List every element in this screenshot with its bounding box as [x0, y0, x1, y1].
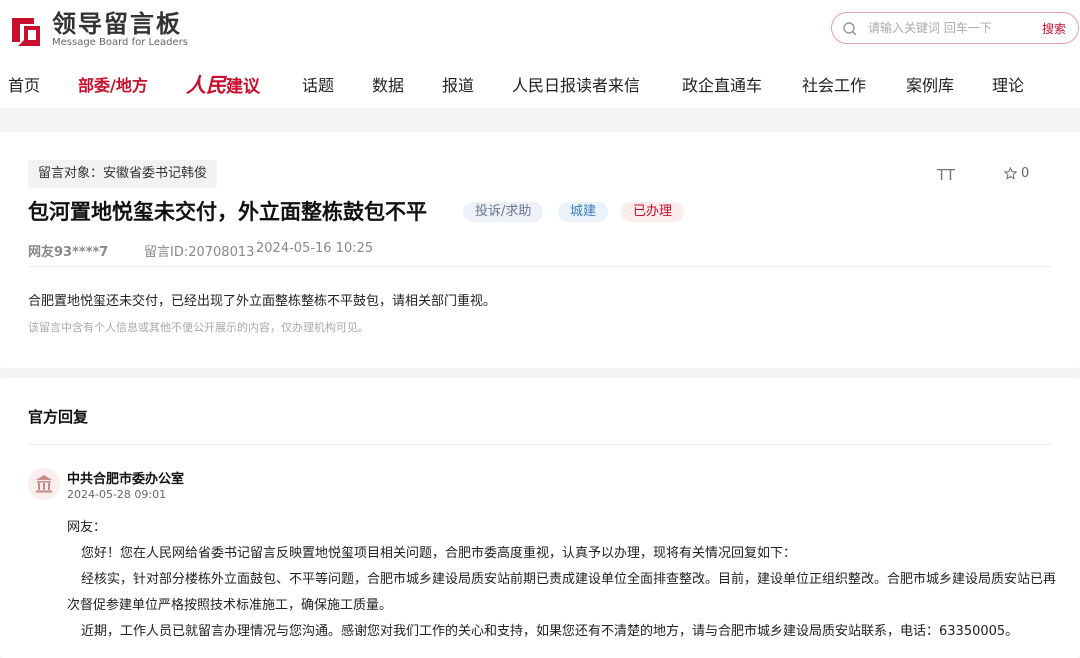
- reply-org: 中共合肥市委办公室: [67, 472, 185, 487]
- nav-item-home[interactable]: 首页: [8, 72, 40, 96]
- nav-item-topics[interactable]: 话题: [302, 72, 334, 96]
- nav-item-enterprise-express[interactable]: 政企直通车: [682, 72, 762, 96]
- reply-card: 官方回复 中共合肥市委办公室 2024-05-28 09:01 网友： 您好！您…: [0, 378, 1080, 658]
- reply-paragraph-2: 经核实，针对部分楼栋外立面鼓包、不平等问题，合肥市城乡建设局质安站前期已责成建设…: [81, 572, 1057, 587]
- reply-paragraph-1: 您好！您在人民网给省委书记留言反映置地悦玺项目相关问题，合肥市委高度重视，认真予…: [81, 546, 797, 561]
- reply-divider: [28, 444, 1052, 445]
- message-title: 包河置地悦玺未交付，外立面整栋鼓包不平: [28, 200, 427, 224]
- search-icon: [843, 22, 857, 36]
- logo-title: 领导留言板: [52, 10, 182, 38]
- message-divider: [28, 266, 1052, 267]
- avatar: [28, 468, 60, 500]
- star-icon: [1004, 167, 1017, 180]
- nav-item-suggestion-label: 建议: [226, 77, 260, 97]
- message-card: 留言对象：安徽省委书记韩俊 TT 0 包河置地悦玺未交付，外立面整栋鼓包不平 投…: [0, 132, 1080, 368]
- search-box: 搜索: [831, 12, 1079, 44]
- nav-item-case-library[interactable]: 案例库: [906, 72, 954, 96]
- nav-item-reports[interactable]: 报道: [442, 72, 474, 96]
- status-badge: 已办理: [621, 202, 685, 222]
- privacy-note: 该留言中含有个人信息或其他不便公开展示的内容，仅办理机构可见。: [28, 321, 369, 334]
- logo-subtitle: Message Board for Leaders: [52, 37, 189, 48]
- site-header: 领导留言板 Message Board for Leaders 搜索 首页 部委…: [0, 0, 1080, 108]
- nav-item-ministries-local[interactable]: 部委/地方: [78, 72, 148, 96]
- reply-heading: 官方回复: [28, 408, 89, 426]
- message-target: 留言对象：安徽省委书记韩俊: [28, 160, 218, 188]
- reply-time: 2024-05-28 09:01: [67, 488, 167, 501]
- nav-item-people-suggestions[interactable]: 人民建议: [186, 69, 260, 98]
- government-building-icon: [36, 475, 52, 493]
- search-button[interactable]: 搜索: [1042, 20, 1066, 37]
- nav-item-social-work[interactable]: 社会工作: [802, 72, 866, 96]
- search-input[interactable]: [868, 18, 1028, 38]
- message-author: 网友93****7: [28, 245, 109, 260]
- font-size-toggle[interactable]: TT: [937, 166, 955, 184]
- nav-item-data[interactable]: 数据: [372, 72, 404, 96]
- reply-salutation: 网友：: [67, 520, 107, 535]
- favorite-count: 0: [1021, 166, 1030, 181]
- reply-paragraph-2-cont: 次督促参建单位严格按照技术标准施工，确保施工质量。: [67, 598, 393, 613]
- message-content: 合肥置地悦玺还未交付，已经出现了外立面整栋整栋不平鼓包，请相关部门重视。: [28, 294, 497, 309]
- logo-mark-icon: [12, 18, 40, 46]
- nav-item-readers-letters[interactable]: 人民日报读者来信: [512, 72, 640, 96]
- main-nav: 首页 部委/地方 人民建议 话题 数据 报道 人民日报读者来信 政企直通车 社会…: [0, 64, 1080, 104]
- favorite-button[interactable]: 0: [1004, 166, 1029, 181]
- field-tag[interactable]: 城建: [558, 202, 609, 222]
- message-time: 2024-05-16 10:25: [256, 241, 374, 256]
- message-id: 留言ID:20708013: [144, 245, 255, 260]
- type-tag[interactable]: 投诉/求助: [463, 202, 544, 222]
- nav-item-theory[interactable]: 理论: [992, 72, 1024, 96]
- reply-paragraph-3: 近期，工作人员已就留言办理情况与您沟通。感谢您对我们工作的关心和支持，如果您还有…: [81, 624, 1019, 639]
- site-logo[interactable]: 领导留言板 Message Board for Leaders: [8, 10, 188, 50]
- nav-item-script-label: 人民: [186, 73, 226, 97]
